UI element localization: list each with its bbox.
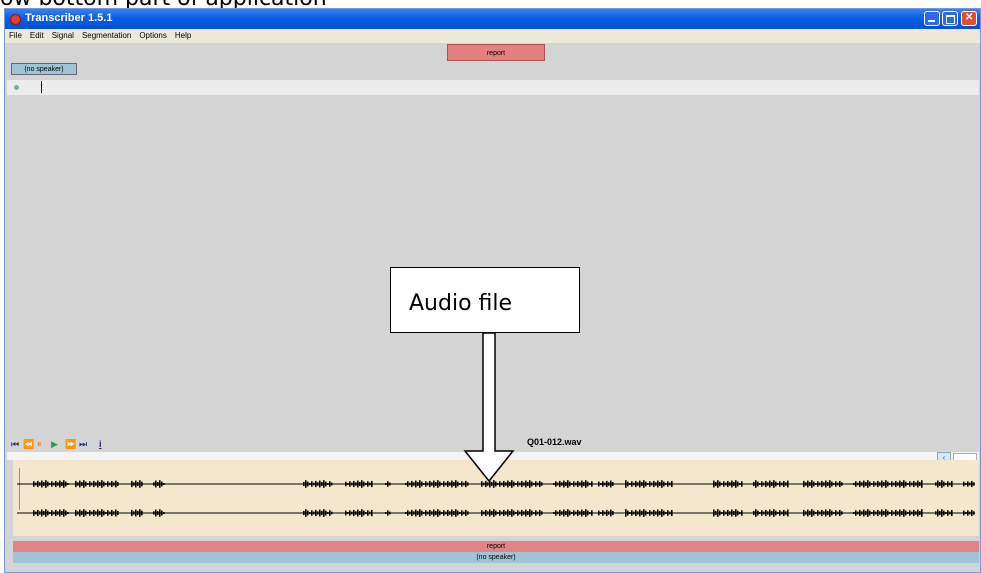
menu-bar: File Edit Signal Segmentation Options Help [5,29,980,43]
rewind-icon[interactable]: ⏪ [23,439,34,450]
skip-to-start-icon[interactable]: ⏮ [11,439,19,450]
fast-forward-icon[interactable]: ⏩ [65,439,76,450]
audio-file-callout: Audio file [390,267,580,333]
play-icon[interactable]: ▶ [51,439,58,450]
transcription-line[interactable] [7,80,979,95]
menu-help[interactable]: Help [171,29,195,40]
audio-file-name: Q01-012.wav [527,437,582,447]
section-report-button[interactable]: report [447,44,545,61]
text-cursor [41,81,42,93]
callout-label: Audio file [409,291,513,316]
maximize-button[interactable] [942,11,958,26]
title-bar: Transcriber 1.5.1 [5,9,980,29]
skip-to-end-icon[interactable]: ⏭ [79,439,87,450]
window-title: Transcriber 1.5.1 [25,12,113,24]
pause-icon[interactable]: ⏸ [37,439,42,450]
sync-point-icon[interactable] [14,85,19,90]
app-icon [10,14,21,25]
menu-segmentation[interactable]: Segmentation [78,29,135,40]
menu-file[interactable]: File [5,29,26,40]
menu-signal[interactable]: Signal [48,29,78,40]
close-button[interactable] [961,11,977,26]
speaker-turn-button[interactable]: (no speaker) [11,63,77,75]
info-icon[interactable]: i [99,439,102,449]
minimize-button[interactable] [924,11,940,26]
timeline-section-bar[interactable]: report [13,541,979,552]
down-arrow-icon [463,333,515,483]
menu-edit[interactable]: Edit [26,29,48,40]
timeline-speaker-bar[interactable]: (no speaker) [13,552,979,563]
menu-options[interactable]: Options [135,29,171,40]
